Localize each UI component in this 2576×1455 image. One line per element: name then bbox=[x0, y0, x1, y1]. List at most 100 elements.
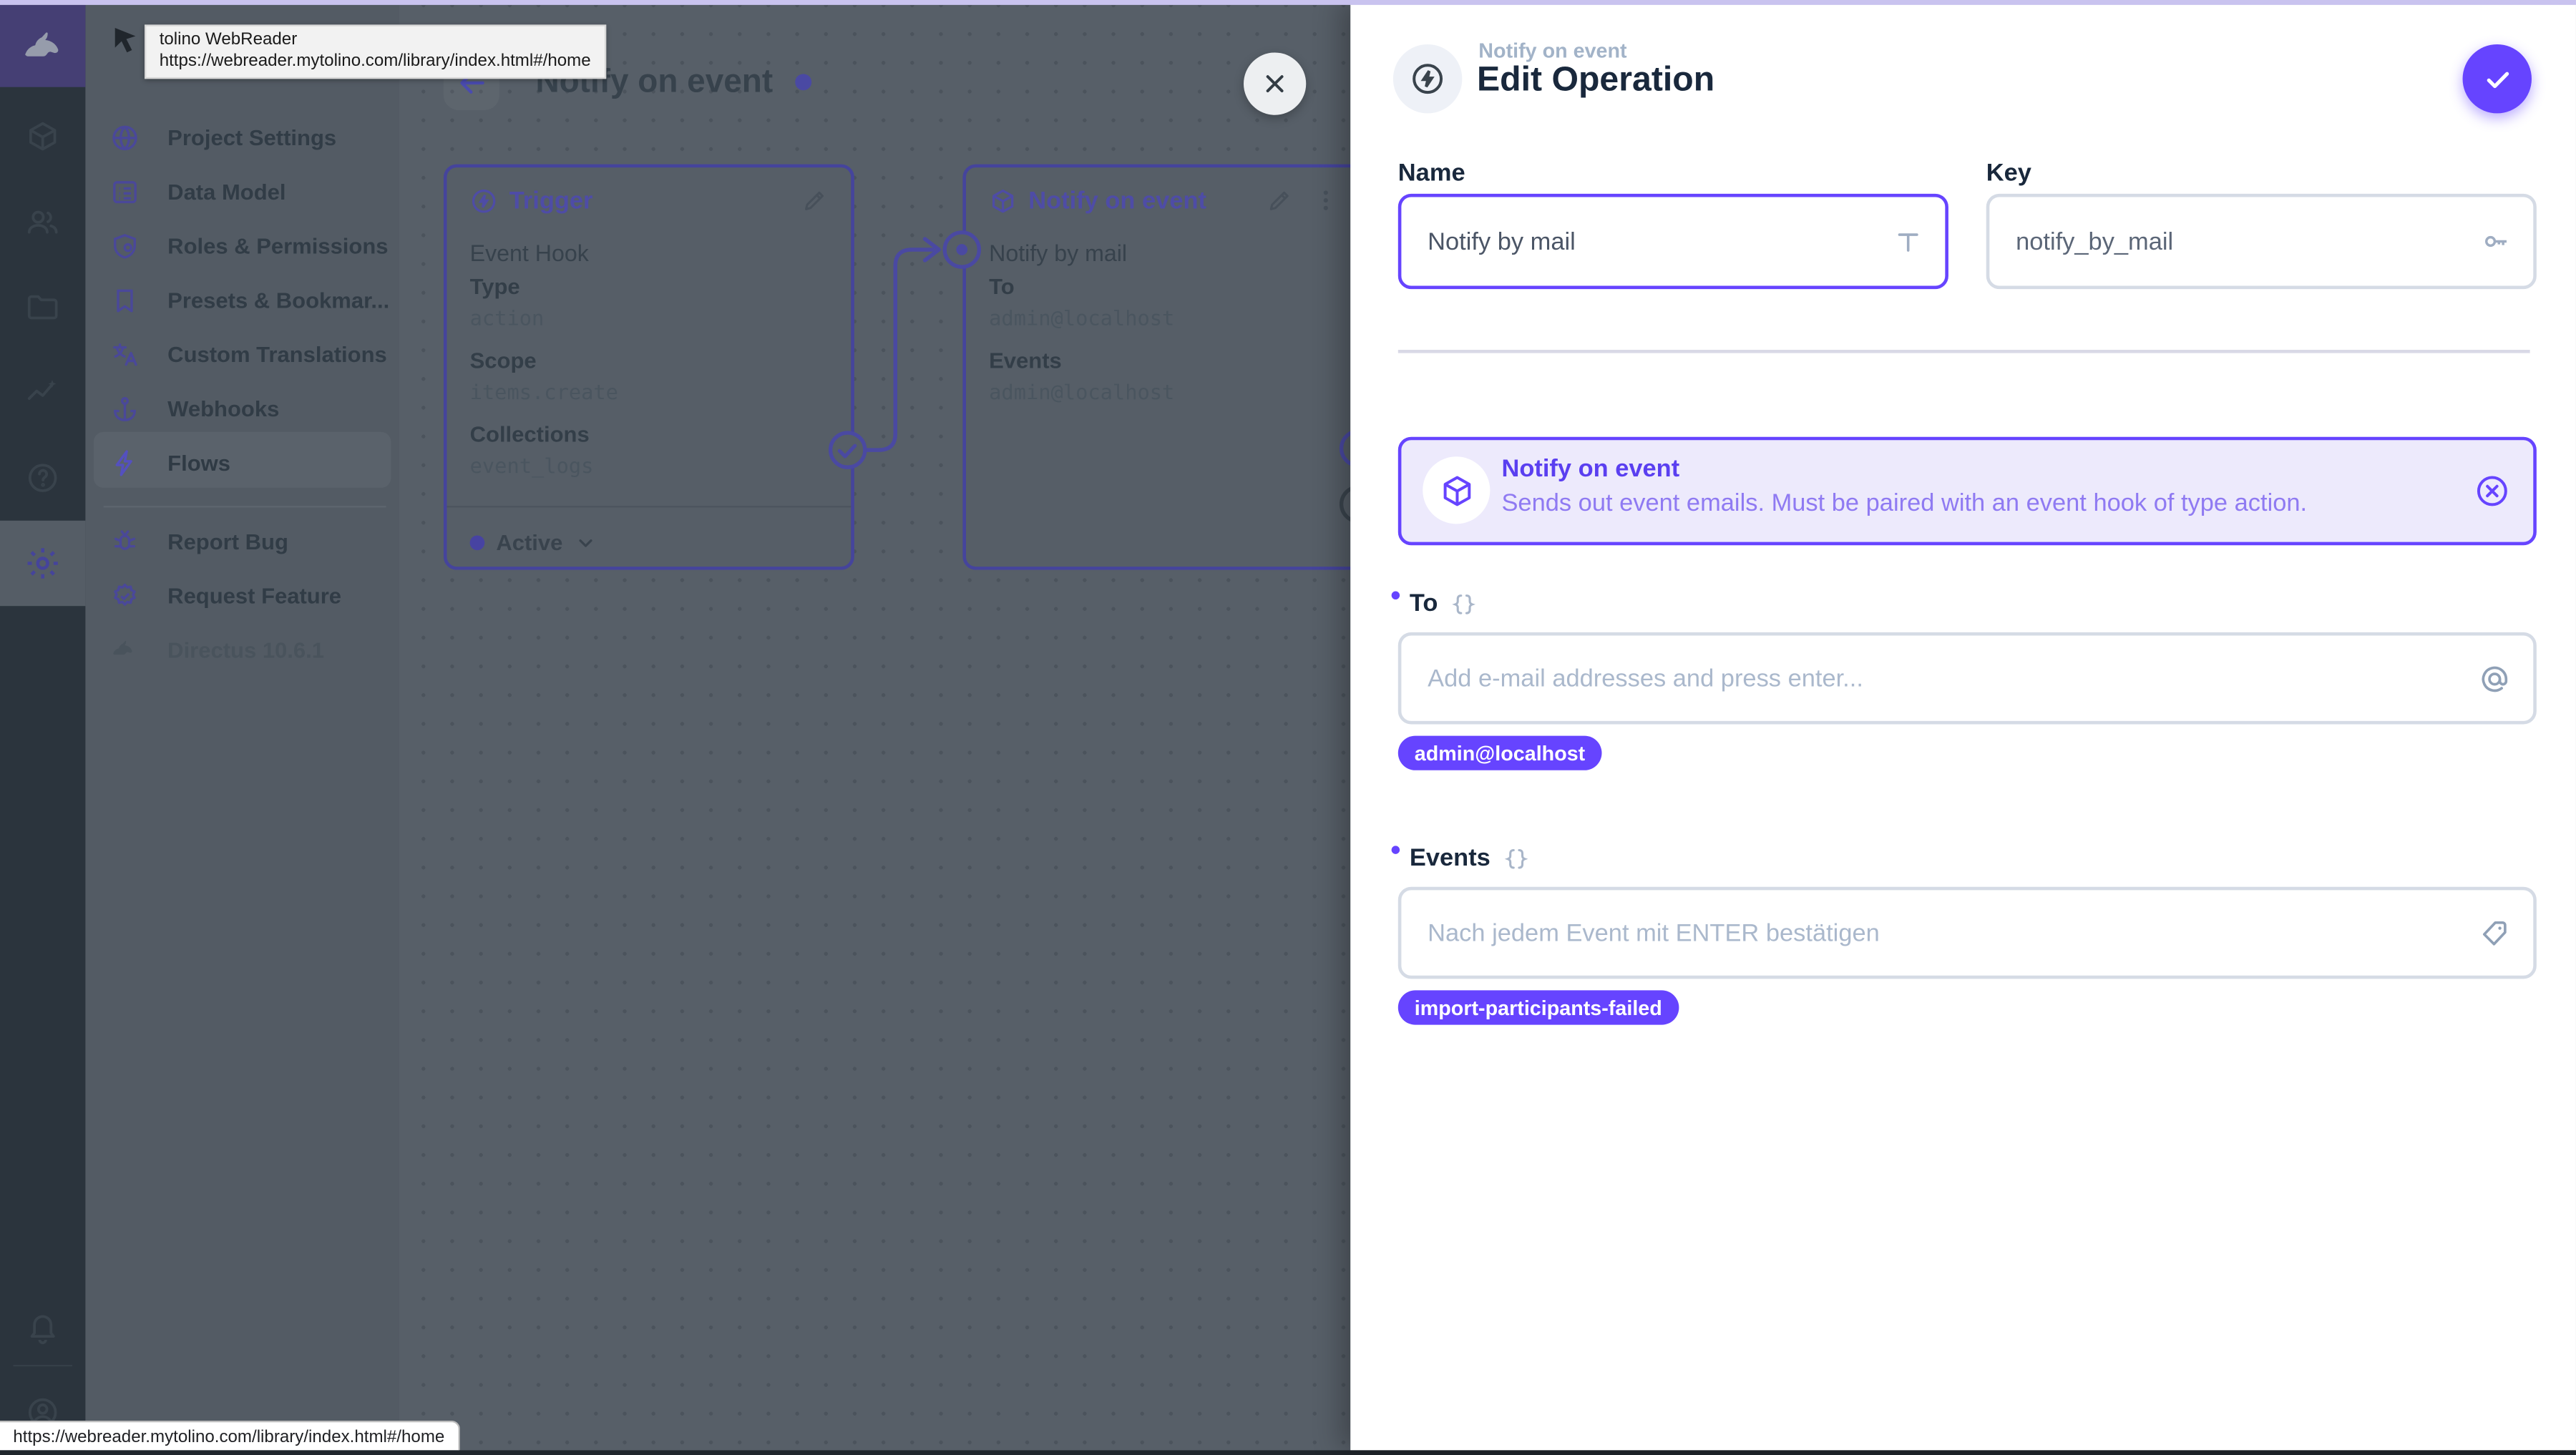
tooltip-url: https://webreader.mytolino.com/library/i… bbox=[159, 51, 591, 71]
key-label: Key bbox=[1986, 159, 2031, 187]
badge-check-icon bbox=[110, 581, 140, 610]
operation-panel-title: Notify on event bbox=[1028, 187, 1206, 215]
close-icon bbox=[1266, 75, 1284, 93]
events-field[interactable] bbox=[1397, 886, 2537, 979]
key-field[interactable] bbox=[1986, 193, 2537, 290]
drawer-header-icon bbox=[1392, 44, 1463, 114]
field-value: admin@localhost bbox=[989, 379, 1175, 404]
help-icon bbox=[28, 464, 57, 492]
raw-value-icon[interactable] bbox=[1503, 845, 1530, 871]
top-strip bbox=[0, 0, 2576, 5]
sidebar-item-report-bug[interactable]: Report Bug bbox=[85, 514, 399, 569]
bookmark-icon bbox=[110, 285, 140, 314]
sidebar-item-project-settings[interactable]: Project Settings bbox=[85, 110, 399, 165]
events-input[interactable] bbox=[1401, 918, 2469, 947]
notice-icon-circle bbox=[1423, 456, 1491, 524]
drawer-title: Edit Operation bbox=[1477, 60, 1715, 99]
chevron-down-icon bbox=[578, 539, 592, 547]
key-input[interactable] bbox=[1989, 227, 2472, 256]
flow-status-toggle[interactable]: Active bbox=[469, 531, 596, 555]
field-value: event_logs bbox=[469, 453, 594, 479]
field-label: To bbox=[989, 274, 1015, 299]
bolt-icon bbox=[110, 448, 140, 477]
operation-type-notice: Notify on event Sends out event emails. … bbox=[1397, 436, 2537, 546]
edit-operation-button[interactable] bbox=[1267, 187, 1293, 214]
operation-menu-button[interactable] bbox=[1312, 185, 1339, 215]
events-chip[interactable]: import-participants-failed bbox=[1397, 990, 1679, 1025]
sidebar-item-label: Custom Translations bbox=[167, 341, 387, 366]
to-chip[interactable]: admin@localhost bbox=[1397, 735, 1602, 770]
check-icon bbox=[2486, 71, 2509, 88]
sidebar-item-webhooks[interactable]: Webhooks bbox=[85, 381, 399, 436]
to-label: To bbox=[1391, 589, 1478, 617]
operation-panel[interactable]: Notify on event Notify by mail To admin@… bbox=[962, 164, 1365, 570]
pencil-icon bbox=[1269, 191, 1289, 210]
module-insights[interactable] bbox=[0, 350, 85, 435]
module-files[interactable] bbox=[0, 265, 85, 350]
shield-person-icon bbox=[110, 231, 140, 260]
field-label: Collections bbox=[469, 422, 590, 447]
name-input[interactable] bbox=[1401, 227, 1885, 256]
flow-canvas[interactable]: Notify on event Trigger Event Hook Type … bbox=[399, 4, 1365, 1451]
raw-value-icon[interactable] bbox=[1451, 590, 1478, 617]
anchor-icon bbox=[110, 393, 140, 423]
trigger-subtitle: Event Hook bbox=[469, 240, 589, 266]
bell-icon bbox=[30, 1315, 55, 1345]
chart-icon bbox=[27, 380, 57, 401]
sidebar-item-label: Data Model bbox=[167, 179, 286, 204]
to-field[interactable] bbox=[1397, 632, 2537, 725]
trigger-panel[interactable]: Trigger Event Hook Type action Scope ite… bbox=[443, 164, 854, 570]
name-field[interactable] bbox=[1397, 193, 1948, 290]
trigger-panel-title: Trigger bbox=[509, 187, 593, 215]
operation-panel-header: Notify on event bbox=[989, 187, 1206, 215]
box-icon bbox=[29, 122, 57, 151]
directus-logo[interactable] bbox=[0, 4, 86, 87]
settings-nav: Project Settings Data Model Roles & Perm… bbox=[85, 4, 399, 1451]
nav-divider bbox=[103, 506, 386, 508]
at-icon bbox=[2479, 662, 2511, 694]
sidebar-item-presets-bookmarks[interactable]: Presets & Bookmar... bbox=[85, 273, 399, 327]
users-icon bbox=[27, 210, 58, 234]
sidebar-item-version: Directus 10.6.1 bbox=[85, 622, 399, 677]
kebab-menu-icon bbox=[1323, 190, 1328, 210]
bug-icon bbox=[110, 526, 140, 556]
version-label: Directus 10.6.1 bbox=[167, 637, 325, 662]
module-users[interactable] bbox=[0, 179, 85, 264]
module-settings[interactable] bbox=[0, 520, 86, 607]
module-content[interactable] bbox=[0, 94, 85, 179]
gear-icon bbox=[27, 548, 58, 579]
change-operation-button[interactable] bbox=[2474, 473, 2511, 509]
pencil-icon bbox=[804, 191, 824, 210]
tag-icon bbox=[2479, 917, 2511, 949]
edit-trigger-button[interactable] bbox=[801, 187, 828, 214]
save-button[interactable] bbox=[2462, 44, 2532, 114]
sidebar-item-roles-permissions[interactable]: Roles & Permissions bbox=[85, 218, 399, 273]
app-window: Project Settings Data Model Roles & Perm… bbox=[0, 0, 2576, 1451]
flow-status-dot bbox=[795, 74, 812, 91]
sidebar-item-custom-translations[interactable]: Custom Translations bbox=[85, 327, 399, 381]
sidebar-item-data-model[interactable]: Data Model bbox=[85, 165, 399, 219]
sidebar-item-label: Flows bbox=[167, 450, 231, 475]
sidebar-item-request-feature[interactable]: Request Feature bbox=[85, 568, 399, 622]
active-dot bbox=[469, 535, 485, 551]
operation-subtitle: Notify by mail bbox=[989, 240, 1128, 266]
field-label: Events bbox=[989, 348, 1062, 373]
sidebar-item-label: Roles & Permissions bbox=[167, 233, 389, 258]
name-label: Name bbox=[1397, 159, 1465, 187]
sidebar-item-flows[interactable]: Flows bbox=[85, 435, 399, 489]
to-input[interactable] bbox=[1401, 664, 2469, 692]
key-icon bbox=[2481, 227, 2510, 256]
chip-label: admin@localhost bbox=[1414, 741, 1586, 765]
required-dot bbox=[1391, 591, 1400, 600]
close-drawer-button[interactable] bbox=[1243, 52, 1307, 115]
status-url: https://webreader.mytolino.com/library/i… bbox=[13, 1426, 445, 1446]
field-label: Type bbox=[469, 274, 520, 299]
module-docs[interactable] bbox=[0, 435, 85, 520]
field-value: admin@localhost bbox=[989, 305, 1175, 330]
bolt-circle-icon bbox=[1413, 64, 1443, 94]
sidebar-item-label: Report Bug bbox=[167, 529, 288, 554]
status-url-bubble: https://webreader.mytolino.com/library/i… bbox=[0, 1420, 459, 1451]
notice-title: Notify on event bbox=[1501, 454, 1680, 483]
module-bar bbox=[0, 4, 86, 1451]
notifications-button[interactable] bbox=[0, 1284, 85, 1369]
